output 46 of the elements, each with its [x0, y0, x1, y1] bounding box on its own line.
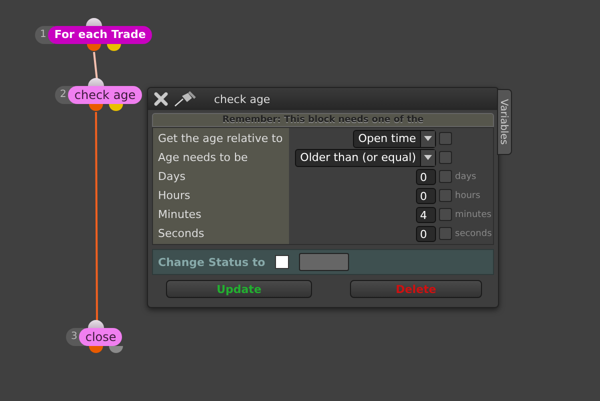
number-field[interactable]: 0 — [416, 226, 436, 242]
notice-text: Remember: This block needs one of the — [152, 113, 494, 127]
input-port[interactable] — [88, 320, 104, 328]
unit-label: days — [455, 172, 478, 182]
input-port[interactable] — [86, 18, 102, 26]
unit-label: minutes — [455, 210, 492, 220]
number-field[interactable]: 0 — [416, 188, 436, 204]
status-field[interactable] — [299, 253, 350, 271]
unit-label: seconds — [455, 228, 493, 238]
dropdown[interactable]: Open time — [353, 130, 436, 148]
field-label: Hours — [157, 189, 190, 202]
field-label: Seconds — [157, 227, 204, 240]
output-port[interactable] — [109, 104, 123, 111]
checkbox[interactable] — [439, 151, 452, 164]
field-label: Age needs to be — [157, 151, 248, 164]
checkbox[interactable] — [439, 132, 452, 145]
output-port[interactable] — [109, 346, 123, 353]
checkbox[interactable] — [439, 170, 452, 183]
unit-label: hours — [455, 190, 482, 200]
input-port[interactable] — [88, 78, 104, 86]
checkbox[interactable] — [275, 255, 290, 269]
status-label: Change Status to — [158, 256, 266, 268]
node-label[interactable]: check age — [68, 86, 142, 104]
connector-line — [93, 52, 98, 80]
number-field[interactable]: 0 — [416, 168, 436, 184]
pin-icon[interactable] — [174, 91, 196, 107]
caret-icon — [424, 136, 432, 141]
close-icon[interactable] — [154, 92, 168, 106]
node-label[interactable]: For each Trade — [48, 26, 152, 44]
update-button[interactable]: Update — [166, 280, 312, 298]
dialog-title: check age — [214, 92, 270, 106]
output-port[interactable] — [89, 104, 103, 111]
caret-icon — [424, 155, 432, 160]
node-label[interactable]: close — [79, 328, 122, 346]
number-field[interactable]: 4 — [416, 206, 436, 222]
field-label: Get the age relative to — [157, 132, 283, 145]
output-port[interactable] — [87, 44, 101, 51]
dropdown[interactable]: Older than (or equal) — [295, 148, 436, 166]
output-port[interactable] — [89, 346, 103, 353]
output-port[interactable] — [107, 44, 121, 51]
field-label: Minutes — [157, 208, 202, 221]
checkbox[interactable] — [439, 227, 452, 240]
checkbox[interactable] — [439, 208, 452, 221]
field-label: Days — [157, 170, 186, 183]
variables-tab[interactable]: Variables — [497, 89, 512, 155]
checkbox[interactable] — [439, 189, 452, 202]
